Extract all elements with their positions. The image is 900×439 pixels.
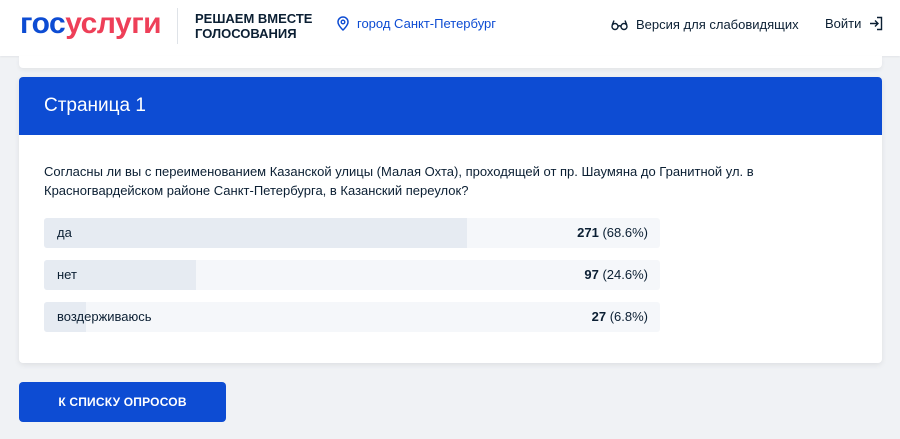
site-header: госуслуги РЕШАЕМ ВМЕСТЕ ГОЛОСОВАНИЯ горо… [0, 0, 900, 56]
result-row-abstain: воздерживаюсь 27 (6.8%) [44, 302, 660, 332]
login-label: Войти [825, 16, 862, 31]
previous-card-edge [19, 56, 882, 68]
result-row-yes: да 271 (68.6%) [44, 218, 660, 248]
result-label: нет [57, 267, 77, 282]
location-pin-icon [337, 16, 349, 31]
card-title: Страница 1 [19, 77, 882, 135]
result-row-no: нет 97 (24.6%) [44, 260, 660, 290]
glasses-icon [611, 19, 628, 30]
result-label: воздерживаюсь [57, 309, 152, 324]
location-label: город Санкт-Петербург [357, 16, 497, 31]
result-count: 97 [584, 267, 599, 282]
back-to-polls-button[interactable]: К списку опросов [19, 382, 226, 422]
result-percent: (6.8%) [609, 309, 648, 324]
logo-part-gos: гос [20, 7, 66, 40]
gosuslugi-logo[interactable]: госуслуги [20, 7, 162, 40]
low-vision-label: Версия для слабовидящих [636, 17, 799, 32]
header-divider [177, 8, 178, 44]
poll-question: Согласны ли вы с переименованием Казанск… [44, 164, 754, 198]
result-bar-fill [44, 218, 467, 248]
section-tagline: РЕШАЕМ ВМЕСТЕ ГОЛОСОВАНИЯ [195, 11, 313, 41]
result-percent: (68.6%) [602, 225, 648, 240]
login-button[interactable]: Войти [825, 16, 883, 31]
result-label: да [57, 225, 72, 240]
poll-results-card: Страница 1 Согласны ли вы с переименован… [19, 77, 882, 363]
location-selector[interactable]: город Санкт-Петербург [337, 16, 496, 31]
result-count: 27 [591, 309, 607, 324]
result-count: 271 [577, 225, 599, 240]
result-value: 271 (68.6%) [577, 218, 648, 248]
low-vision-version-link[interactable]: Версия для слабовидящих [611, 17, 799, 32]
login-arrow-icon [870, 16, 883, 31]
result-value: 97 (24.6%) [584, 260, 648, 290]
result-value: 27 (6.8%) [592, 302, 648, 332]
logo-part-uslugi: услуги [65, 7, 162, 40]
result-percent: (24.6%) [602, 267, 648, 282]
